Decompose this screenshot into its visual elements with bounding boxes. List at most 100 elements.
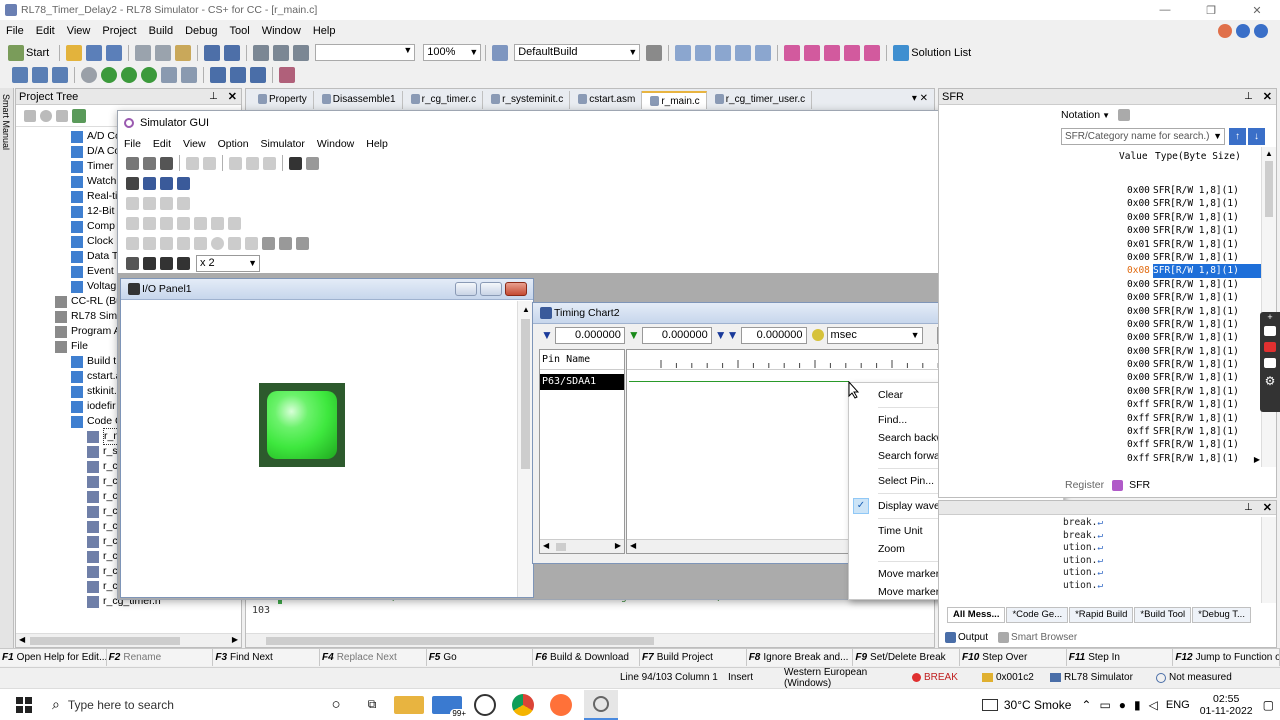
menu-build[interactable]: Build xyxy=(143,25,179,37)
disconnect-icon[interactable] xyxy=(52,67,68,83)
marker-a-field[interactable]: 0.000000 xyxy=(554,326,625,344)
pin-hscrollbar[interactable]: ◀ ▶ xyxy=(540,539,624,553)
sim-help-icon[interactable] xyxy=(306,156,319,170)
hand-icon[interactable] xyxy=(143,236,156,250)
sim-undo-icon[interactable] xyxy=(186,156,199,170)
io-close-button[interactable] xyxy=(505,282,527,296)
output-tab-4[interactable]: *Debug T... xyxy=(1192,607,1251,623)
sim-menu-view[interactable]: View xyxy=(177,138,212,150)
line-icon[interactable] xyxy=(160,236,173,250)
sim-redo-icon[interactable] xyxy=(203,156,216,170)
mic-icon[interactable]: ● xyxy=(1119,698,1126,712)
network-icon[interactable]: ▭ xyxy=(1099,698,1110,712)
sim-menu-simulator[interactable]: Simulator xyxy=(255,138,311,150)
signal-data-icon[interactable] xyxy=(160,176,173,190)
weather-text[interactable]: 30°C Smoke xyxy=(1004,698,1072,712)
reset-go-icon[interactable] xyxy=(141,67,157,83)
round-rect-icon[interactable] xyxy=(194,236,207,250)
start-icon[interactable] xyxy=(8,44,24,61)
sfr-row[interactable]: 0xff SFR[R/W 1,8](1) xyxy=(939,438,1261,451)
sim-cut-icon[interactable] xyxy=(229,156,242,170)
led-indicator[interactable] xyxy=(259,383,345,467)
property-icon[interactable] xyxy=(40,109,52,122)
firefox-icon[interactable] xyxy=(550,693,572,716)
mail-icon[interactable]: 99+ xyxy=(432,695,468,718)
find-icon[interactable] xyxy=(253,44,270,61)
matrix-led-icon[interactable] xyxy=(194,216,207,230)
go-cursor-icon[interactable] xyxy=(121,67,137,83)
polygon-icon[interactable] xyxy=(228,236,241,250)
fkey-f2[interactable]: F2 Rename xyxy=(107,649,214,666)
sfr-row[interactable]: 0xff SFR[R/W 1,8](1) xyxy=(939,412,1261,425)
refresh-icon[interactable] xyxy=(72,108,86,123)
output-tab-0[interactable]: All Mess... xyxy=(947,607,1006,623)
sim-menu-window[interactable]: Window xyxy=(311,138,360,150)
cut-icon[interactable] xyxy=(135,44,152,61)
fkey-f6[interactable]: F6 Build & Download xyxy=(533,649,641,666)
sfr-row[interactable]: 0x00 SFR[R/W 1,8](1) xyxy=(939,331,1261,344)
sfr-pin-icon[interactable]: ⊥ xyxy=(1244,91,1253,102)
battery-icon[interactable]: ▮ xyxy=(1134,698,1141,712)
close-button[interactable]: ✕ xyxy=(1234,4,1280,17)
reset-icon[interactable] xyxy=(181,67,197,83)
language-indicator[interactable]: ENG xyxy=(1166,699,1190,711)
led-part-icon[interactable] xyxy=(160,216,173,230)
build-config-combo[interactable]: DefaultBuild ▼ xyxy=(514,44,641,61)
tab-editor-5[interactable]: r_main.c xyxy=(642,90,707,109)
tab-smart-browser[interactable]: Smart Browser xyxy=(1011,632,1077,643)
editor-hscrollbar[interactable] xyxy=(246,633,934,647)
window-icon-3[interactable] xyxy=(715,44,732,61)
search-down-icon[interactable]: ↓ xyxy=(1248,127,1265,145)
menu-debug[interactable]: Debug xyxy=(179,25,223,37)
help-icon[interactable] xyxy=(1254,24,1268,38)
io-maximize-button[interactable] xyxy=(480,282,502,296)
sim-save-icon[interactable] xyxy=(160,156,173,170)
tab-editor-1[interactable]: Disassemble1 xyxy=(314,90,403,109)
restart-icon[interactable] xyxy=(161,67,177,83)
sfr-row[interactable]: 0x00 SFR[R/W 1,8](1) xyxy=(939,358,1261,371)
go-icon[interactable] xyxy=(101,67,117,83)
step-over-icon[interactable] xyxy=(230,67,246,83)
simulator-gui-icon[interactable] xyxy=(279,67,295,83)
fkey-f8[interactable]: F8 Ignore Break and... xyxy=(747,649,854,666)
output-close-icon[interactable]: ✕ xyxy=(1263,501,1272,514)
sfr-row[interactable]: 0x00 SFR[R/W 1,8](1) xyxy=(939,211,1261,224)
step-in-icon[interactable] xyxy=(210,67,226,83)
pin-icon[interactable]: ⊥ xyxy=(209,91,218,102)
output-vscrollbar[interactable] xyxy=(1261,517,1276,603)
window-icon-2[interactable] xyxy=(695,44,712,61)
clock[interactable]: 02:55 01-11-2022 xyxy=(1200,693,1253,717)
globe-icon[interactable] xyxy=(1236,24,1250,38)
output-tab-2[interactable]: *Rapid Build xyxy=(1069,607,1134,623)
sim-new-icon[interactable] xyxy=(126,156,139,170)
sim-zoom-combo[interactable]: x 2 ▼ xyxy=(196,255,260,272)
line-color-icon[interactable] xyxy=(279,236,292,250)
download-icon[interactable] xyxy=(12,67,28,83)
sfr-row[interactable]: 0x00 SFR[R/W 1,8](1) xyxy=(939,278,1261,291)
dell-icon[interactable] xyxy=(474,693,496,716)
output-tab-1[interactable]: *Code Ge... xyxy=(1006,607,1069,623)
fkey-f5[interactable]: F5 Go xyxy=(427,649,534,666)
panel-close-icon[interactable]: ✕ xyxy=(228,90,237,103)
notation-menu[interactable]: Notation xyxy=(1061,109,1100,121)
key-matrix-icon[interactable] xyxy=(143,216,156,230)
tab-editor-6[interactable]: r_cg_timer_user.c xyxy=(707,90,813,109)
debug-icon-3[interactable] xyxy=(824,44,841,61)
windows-start-icon[interactable] xyxy=(0,696,48,713)
menu-window[interactable]: Window xyxy=(256,25,307,37)
sfr-row[interactable]: 0x00 SFR[R/W 1,8](1) xyxy=(939,371,1261,384)
simulator-task-icon[interactable] xyxy=(584,689,618,720)
tab-editor-3[interactable]: r_systeminit.c xyxy=(483,90,571,109)
tab-register[interactable]: Register xyxy=(1059,479,1110,491)
sim-tool-c-icon[interactable] xyxy=(160,196,173,210)
cortana-icon[interactable]: ○ xyxy=(318,696,354,713)
hammer-icon[interactable] xyxy=(646,44,663,61)
pencil-icon[interactable] xyxy=(126,257,139,270)
window-icon-5[interactable] xyxy=(755,44,772,61)
sfr-row[interactable]: 0x01 SFR[R/W 1,8](1) xyxy=(939,238,1261,251)
select-pin-icon[interactable] xyxy=(177,257,190,270)
sim-tool-a-icon[interactable] xyxy=(126,196,139,210)
buzzer-icon[interactable] xyxy=(211,216,224,230)
plus-icon[interactable]: + xyxy=(1260,312,1280,322)
level-gauge-icon[interactable] xyxy=(228,216,241,230)
